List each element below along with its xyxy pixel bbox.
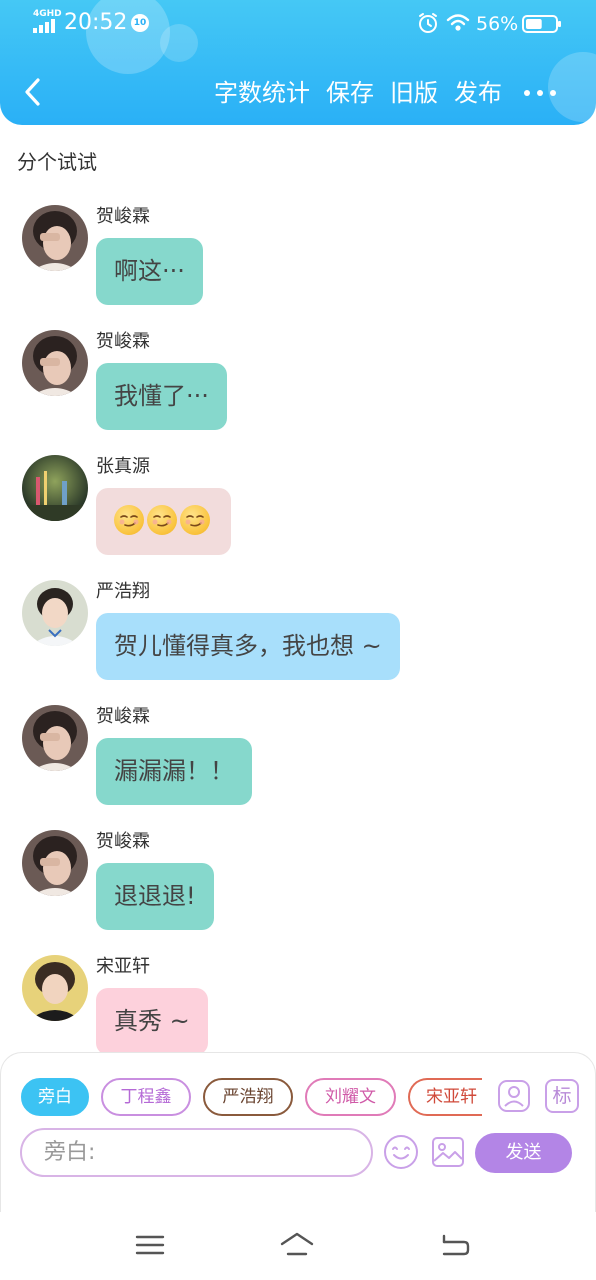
home-icon[interactable] bbox=[280, 1230, 314, 1260]
signal-icon bbox=[33, 19, 57, 33]
save-button[interactable]: 保存 bbox=[326, 76, 374, 110]
role-chip[interactable]: 宋亚轩 bbox=[408, 1078, 482, 1116]
image-icon[interactable] bbox=[431, 1135, 465, 1169]
avatar[interactable] bbox=[22, 580, 88, 646]
role-chip-narrator[interactable]: 旁白 bbox=[21, 1078, 89, 1116]
word-count-button[interactable]: 字数统计 bbox=[214, 76, 310, 110]
person-icon[interactable] bbox=[497, 1079, 531, 1113]
sender-name: 贺峻霖 bbox=[96, 206, 150, 227]
notification-badge: 10 bbox=[131, 14, 149, 32]
tag-button[interactable]: 标 bbox=[545, 1079, 579, 1113]
role-chip[interactable]: 严浩翔 bbox=[203, 1078, 293, 1116]
smirk-emoji bbox=[147, 505, 177, 535]
battery-percent: 56% bbox=[476, 13, 519, 35]
role-chip[interactable]: 丁程鑫 bbox=[101, 1078, 191, 1116]
status-bar: 4GHD 20:52 10 56% bbox=[0, 0, 596, 48]
sender-name: 贺峻霖 bbox=[96, 706, 150, 727]
sender-name: 贺峻霖 bbox=[96, 831, 150, 852]
chat-message[interactable]: 严浩翔 贺儿懂得真多，我也想 ~ bbox=[0, 580, 596, 700]
avatar[interactable] bbox=[22, 705, 88, 771]
story-title[interactable]: 分个试试 bbox=[17, 148, 97, 176]
message-bubble[interactable]: 退退退! bbox=[96, 863, 214, 930]
more-dots-icon[interactable] bbox=[522, 82, 558, 104]
back-arrow-icon[interactable] bbox=[438, 1230, 472, 1260]
message-bubble[interactable]: 啊这··· bbox=[96, 238, 203, 305]
alarm-icon bbox=[419, 13, 437, 33]
send-button[interactable]: 发送 bbox=[475, 1133, 572, 1173]
app-header: 4GHD 20:52 10 56% 字数统计 保存 旧版 发布 bbox=[0, 0, 596, 125]
chat-message[interactable]: 贺峻霖 退退退! bbox=[0, 830, 596, 950]
sender-name: 贺峻霖 bbox=[96, 331, 150, 352]
message-bubble[interactable]: 我懂了··· bbox=[96, 363, 227, 430]
avatar[interactable] bbox=[22, 830, 88, 896]
sender-name: 严浩翔 bbox=[96, 581, 150, 602]
smiley-icon[interactable] bbox=[383, 1134, 419, 1170]
nav-bar: 字数统计 保存 旧版 发布 bbox=[0, 62, 596, 124]
avatar[interactable] bbox=[22, 205, 88, 271]
message-bubble[interactable] bbox=[96, 488, 231, 555]
chat-message[interactable]: 贺峻霖 啊这··· bbox=[0, 205, 596, 325]
avatar[interactable] bbox=[22, 330, 88, 396]
message-input[interactable]: 旁白: bbox=[20, 1128, 373, 1177]
message-bubble[interactable]: 真秀 ~ bbox=[96, 988, 208, 1055]
chat-message[interactable]: 贺峻霖 我懂了··· bbox=[0, 330, 596, 450]
message-bubble[interactable]: 漏漏漏！！ bbox=[96, 738, 252, 805]
role-chip[interactable]: 刘耀文 bbox=[305, 1078, 396, 1116]
chat-message[interactable]: 张真源 bbox=[0, 455, 596, 575]
battery-icon bbox=[522, 15, 561, 33]
back-icon[interactable] bbox=[18, 74, 48, 110]
menu-icon[interactable] bbox=[133, 1230, 167, 1260]
clock: 20:52 bbox=[64, 10, 128, 35]
message-bubble[interactable]: 贺儿懂得真多，我也想 ~ bbox=[96, 613, 400, 680]
system-nav-bar bbox=[0, 1212, 596, 1280]
smirk-emoji bbox=[114, 505, 144, 535]
sender-name: 宋亚轩 bbox=[96, 956, 150, 977]
network-type: 4GHD bbox=[33, 9, 62, 19]
publish-button[interactable]: 发布 bbox=[454, 76, 502, 110]
old-version-button[interactable]: 旧版 bbox=[390, 76, 438, 110]
chat-message[interactable]: 贺峻霖 漏漏漏！！ bbox=[0, 705, 596, 825]
sender-name: 张真源 bbox=[96, 456, 150, 477]
wifi-icon bbox=[446, 14, 470, 31]
smirk-emoji bbox=[180, 505, 210, 535]
avatar[interactable] bbox=[22, 455, 88, 521]
avatar[interactable] bbox=[22, 955, 88, 1021]
